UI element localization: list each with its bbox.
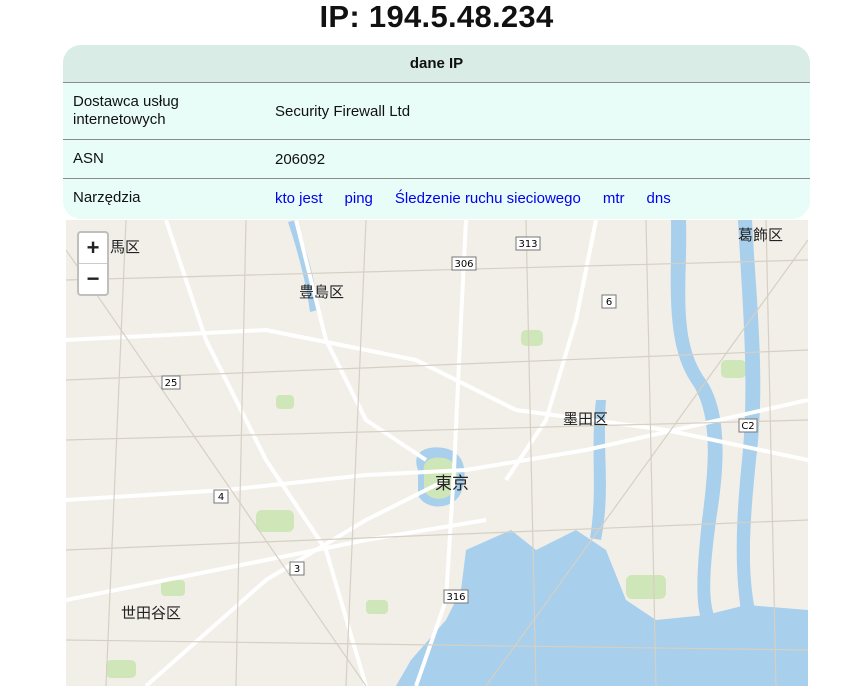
svg-text:6: 6 xyxy=(606,297,612,308)
page-title: IP: 194.5.48.234 xyxy=(319,0,554,34)
svg-text:3: 3 xyxy=(294,564,300,575)
svg-text:313: 313 xyxy=(518,239,537,250)
ping-link[interactable]: ping xyxy=(345,190,373,207)
traceroute-link[interactable]: Śledzenie ruchu sieciowego xyxy=(395,190,581,207)
svg-text:25: 25 xyxy=(165,378,178,389)
shield-3: 3 xyxy=(289,561,305,576)
svg-text:C2: C2 xyxy=(741,421,754,432)
shield-4: 4 xyxy=(213,489,229,504)
location-map[interactable]: 葛飾区 豊島区 墨田区 東京 世田谷区 馬区 313 306 6 25 4 3 … xyxy=(66,220,808,686)
asn-row: ASN 206092 xyxy=(63,140,810,179)
label-sumida: 墨田区 xyxy=(563,410,608,428)
tools-links: kto jest ping Śledzenie ruchu sieciowego… xyxy=(275,190,810,207)
label-tokyo: 東京 xyxy=(435,474,469,494)
svg-text:306: 306 xyxy=(454,259,473,270)
zoom-in-button[interactable]: + xyxy=(79,233,107,263)
shield-c2: C2 xyxy=(738,418,758,433)
route-shields: 313 306 6 25 4 3 316 C2 xyxy=(161,236,758,604)
isp-value: Security Firewall Ltd xyxy=(275,102,411,120)
info-table-header: dane IP xyxy=(63,45,810,83)
dns-link[interactable]: dns xyxy=(647,190,671,207)
whois-link[interactable]: kto jest xyxy=(275,190,323,207)
shield-306: 306 xyxy=(451,256,477,271)
shield-313: 313 xyxy=(515,236,541,251)
label-katsushika: 葛飾区 xyxy=(738,226,783,244)
isp-label: Dostawca usług internetowych xyxy=(73,93,179,128)
svg-text:316: 316 xyxy=(446,592,465,603)
shield-25: 25 xyxy=(161,375,181,390)
mtr-link[interactable]: mtr xyxy=(603,190,625,207)
water xyxy=(288,220,808,686)
zoom-out-button[interactable]: − xyxy=(79,263,107,293)
tools-label: Narzędzia xyxy=(73,189,141,206)
tools-row: Narzędzia kto jest ping Śledzenie ruchu … xyxy=(63,179,810,217)
label-nerima-partial: 馬区 xyxy=(110,238,140,256)
map-tiles: 葛飾区 豊島区 墨田区 東京 世田谷区 馬区 313 306 6 25 4 3 … xyxy=(66,220,808,686)
label-setagaya: 世田谷区 xyxy=(121,604,181,622)
isp-row: Dostawca usług internetowych Security Fi… xyxy=(63,83,810,140)
asn-value: 206092 xyxy=(275,150,326,168)
zoom-control: + − xyxy=(77,231,109,296)
shield-316: 316 xyxy=(443,589,469,604)
asn-label: ASN xyxy=(73,150,104,167)
shield-6: 6 xyxy=(601,294,617,309)
label-toshima: 豊島区 xyxy=(299,283,344,301)
ip-info-table: dane IP Dostawca usług internetowych Sec… xyxy=(63,45,810,219)
svg-text:4: 4 xyxy=(218,492,224,503)
